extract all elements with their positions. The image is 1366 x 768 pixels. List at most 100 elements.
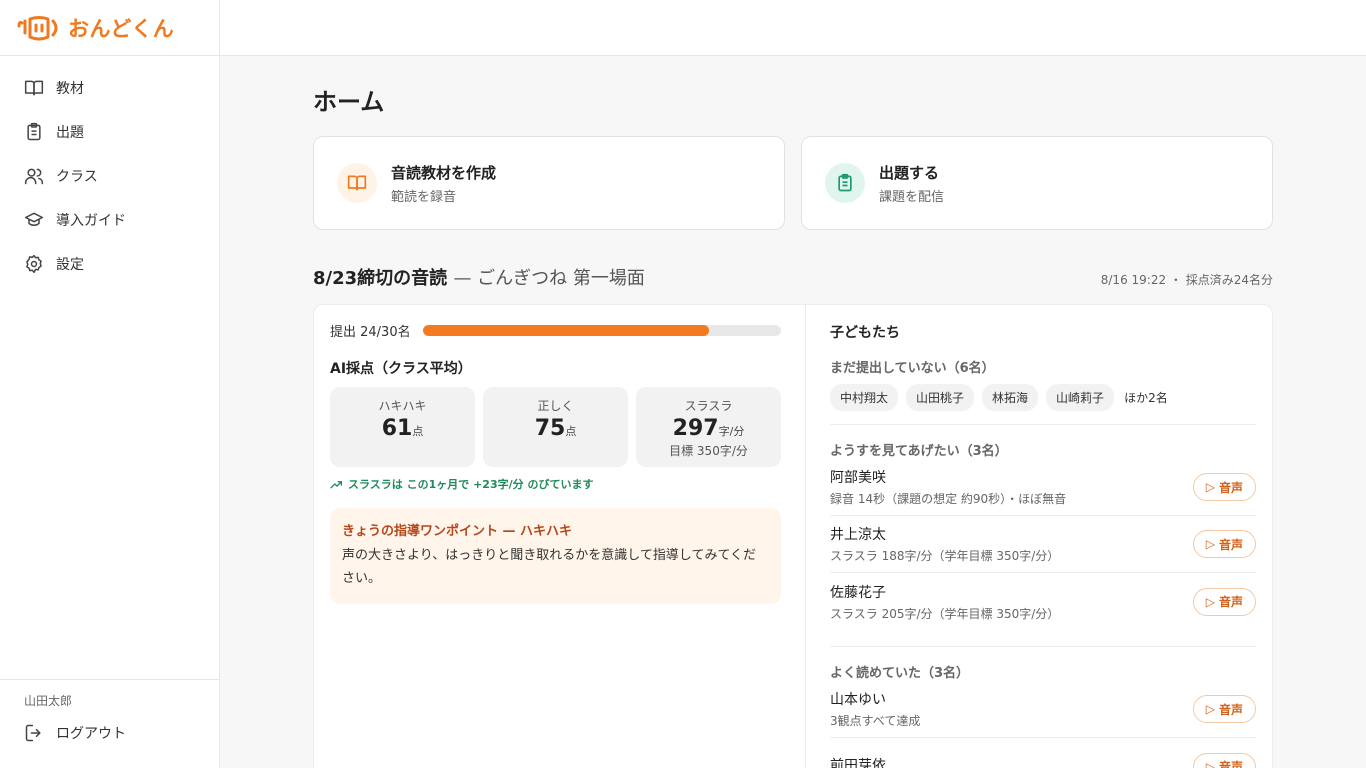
trending-up-icon [330,480,343,488]
action-subtitle: 課題を配信 [879,189,945,205]
score-card-fluency: スラスラ 297字/分 目標 350字/分 [636,387,781,467]
score-value: 297字/分 [636,416,781,441]
trend-note: スラスラは この1ヶ月で +23字/分 のびています [330,476,781,492]
score-value: 61点 [330,416,475,441]
logout-icon [25,724,41,742]
more-students[interactable]: ほか2名 [1124,389,1168,406]
play-icon: ▷ [1205,759,1215,768]
score-card-clarity: ハキハキ 61点 [330,387,475,467]
play-audio-button[interactable]: ▷ 音声 [1192,530,1256,558]
progress-bar-fill [422,325,710,336]
play-icon: ▷ [1205,594,1215,609]
page-title: ホーム [313,88,385,116]
graduation-cap-icon [24,212,44,226]
assignment-meta: 8/16 19:22 ・ 採点済み24名分 [1100,273,1273,287]
student-chip[interactable]: 山崎莉子 [1046,384,1115,411]
score-number: 297 [672,416,719,441]
app-logo[interactable]: おんどくん [0,0,219,56]
teaching-tip: きょうの指導ワンポイント — ハキハキ 声の大きさより、はっきりと聞き取れるかを… [330,508,781,604]
student-row: 井上涼太スラスラ 188字/分（学年目標 350字/分） ▷ 音声 [830,516,1256,573]
student-row: 前田芽依 ▷ 音声 [830,738,1256,768]
quick-actions: 音読教材を作成 範読を録音 出題する 課題を配信 [313,136,1273,230]
student-name[interactable]: 山本ゆい [830,689,920,709]
logout-button[interactable]: ログアウト [24,723,219,743]
student-detail: 録音 14秒（課題の想定 約90秒）・ほぼ無音 [830,492,1067,506]
student-chip[interactable]: 中村翔太 [830,384,899,411]
audio-label: 音声 [1218,760,1243,768]
logo-text: おんどくん [68,16,175,41]
student-row: 山本ゆい 3観点すべて達成 ▷ 音声 [830,681,1256,738]
group-divider [830,646,1256,647]
audio-label: 音声 [1218,537,1243,552]
student-detail: 3観点すべて達成 [830,714,921,728]
score-value: 75点 [483,416,628,441]
tip-title: きょうの指導ワンポイント — ハキハキ [342,524,573,539]
top-bar [220,0,1366,56]
score-card-accuracy: 正しく 75点 [483,387,628,467]
score-number: 75 [534,416,566,441]
book-icon [347,175,367,191]
book-icon [24,80,44,96]
ai-score-title: AI採点（クラス平均） [330,361,472,377]
student-row: 佐藤花子スラスラ 205字/分（学年目標 350字/分） ▷ 音声 [830,573,1256,630]
assignment-subtitle: — ごんぎつね 第一場面 [453,268,645,289]
sidebar-item-label: 出題 [56,125,84,141]
sidebar-item-settings[interactable]: 設定 [0,242,219,286]
student-name[interactable]: 佐藤花子 [830,582,1059,602]
play-audio-button[interactable]: ▷ 音声 [1192,695,1256,723]
sidebar-item-label: クラス [56,169,98,185]
play-audio-button[interactable]: ▷ 音声 [1192,752,1256,768]
action-title: 出題する [879,163,940,182]
tip-body: 声の大きさより、はっきりと聞き取れるかを意識して指導してみてください。 [342,548,757,586]
logout-label: ログアウト [56,726,126,742]
action-icon-wrap [337,163,377,203]
play-icon: ▷ [1205,480,1215,494]
student-chip[interactable]: 林拓海 [982,384,1039,411]
play-icon: ▷ [1205,702,1215,716]
student-detail: スラスラ 188字/分（学年目標 350字/分） [830,549,1060,563]
create-material-button[interactable]: 音読教材を作成 範読を録音 [313,136,785,230]
score-cards: ハキハキ 61点 正しく 75点 スラスラ 297字/分 目標 350字/分 [330,387,781,467]
sidebar-item-guide[interactable]: 導入ガイド [0,198,219,242]
logo-mark-icon [17,15,58,40]
clipboard-icon [27,122,41,141]
sidebar: おんどくん 教材 出題 クラス 導入ガイド 設定 山田太郎 ログアウト [0,0,220,768]
users-icon [24,168,44,185]
action-subtitle: 範読を録音 [391,189,457,205]
sidebar-item-label: 教材 [56,81,84,97]
assignment-panel: 提出 24/30名 AI採点（クラス平均） ハキハキ 61点 正しく 75点 ス… [313,304,1273,768]
sidebar-item-assign[interactable]: 出題 [0,110,219,154]
user-name: 山田太郎 [24,694,73,708]
sidebar-item-class[interactable]: クラス [0,154,219,198]
good-list: 山本ゆい 3観点すべて達成 ▷ 音声 前田芽依 ▷ 音声 [830,681,1256,768]
audio-label: 音声 [1218,702,1243,717]
action-title: 音読教材を作成 [391,163,497,182]
student-detail: スラスラ 205字/分（学年目標 350字/分） [830,606,1060,621]
assignment-summary: 提出 24/30名 AI採点（クラス平均） ハキハキ 61点 正しく 75点 ス… [314,305,806,768]
student-name[interactable]: 井上涼太 [830,524,1059,544]
sidebar-item-materials[interactable]: 教材 [0,66,219,110]
submission-progress: 提出 24/30名 [330,321,781,340]
assignment-title: 8/23締切の音読 — ごんぎつね 第一場面 [313,264,645,290]
trend-text: スラスラは この1ヶ月で +23字/分 のびています [348,478,594,491]
audio-label: 音声 [1218,480,1243,495]
student-name[interactable]: 前田芽依 [830,755,886,768]
kids-title: 子どもたち [830,325,900,341]
score-unit: 字/分 [718,425,745,438]
score-label: ハキハキ [378,399,427,413]
score-label: スラスラ [684,399,733,413]
play-icon: ▷ [1205,537,1215,551]
sidebar-item-label: 設定 [56,257,84,273]
sidebar-footer: 山田太郎 ログアウト [0,679,219,768]
kids-panel: 子どもたち まだ提出していない（6名） 中村翔太 山田桃子 林拓海 山崎莉子 ほ… [806,305,1272,768]
group-title-not-submitted: まだ提出していない（6名） [830,361,995,376]
play-audio-button[interactable]: ▷ 音声 [1192,587,1256,616]
not-submitted-chips: 中村翔太 山田桃子 林拓海 山崎莉子 ほか2名 [830,384,1256,425]
assign-task-button[interactable]: 出題する 課題を配信 [801,136,1273,230]
student-name[interactable]: 阿部美咲 [830,467,1066,487]
score-label: 正しく [537,399,574,413]
play-audio-button[interactable]: ▷ 音声 [1192,473,1256,501]
student-chip[interactable]: 山田桃子 [906,384,975,411]
score-target: 目標 350字/分 [669,444,748,458]
group-title-watch: ようすを見てあげたい（3名） [830,444,1008,459]
